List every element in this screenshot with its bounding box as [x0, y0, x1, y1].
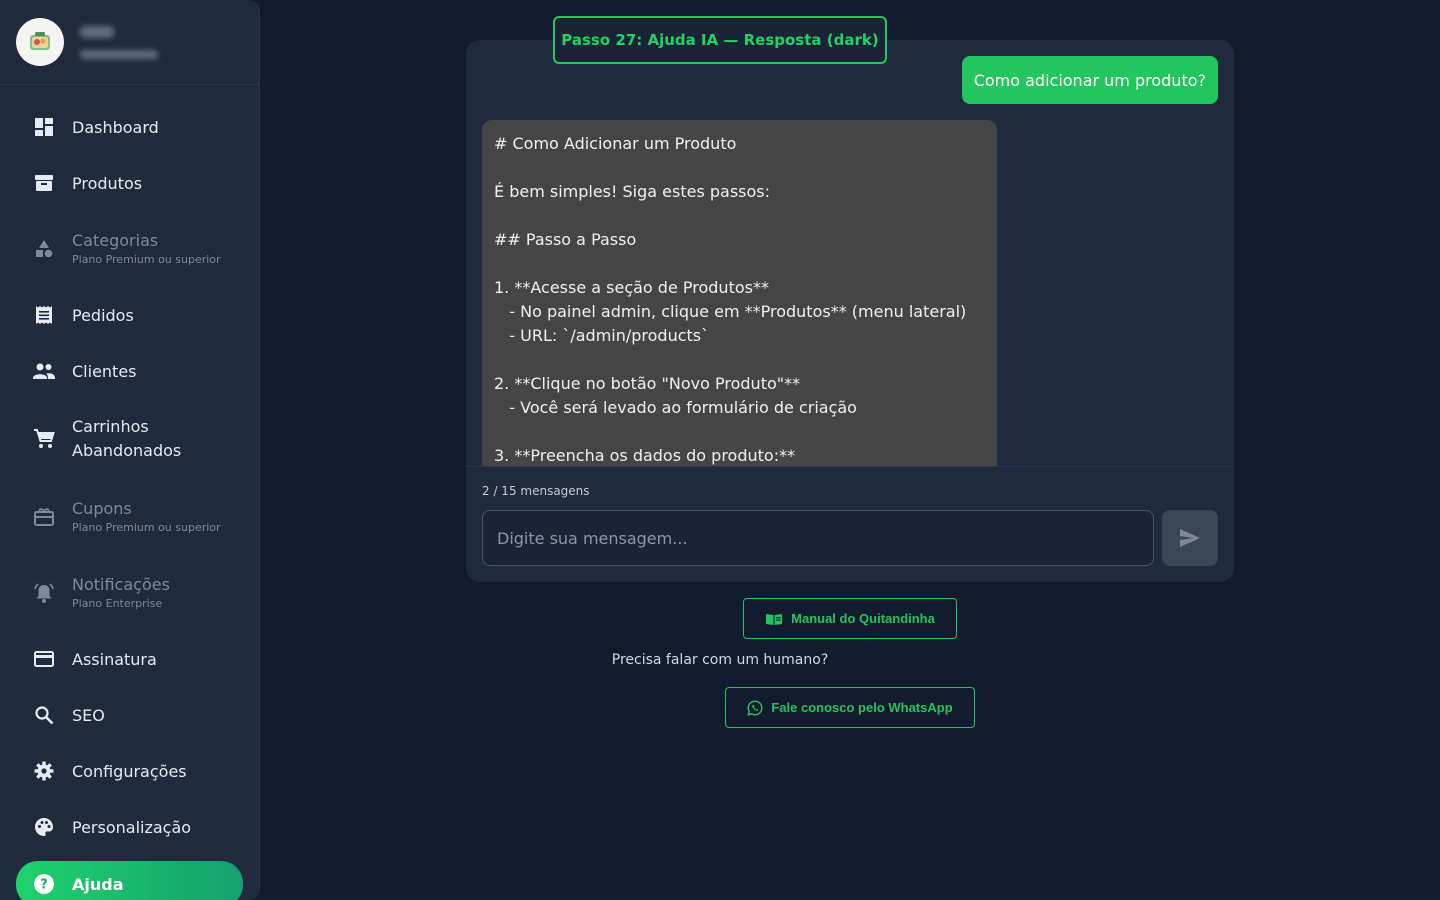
- send-button[interactable]: [1162, 510, 1218, 566]
- profile-role: [80, 49, 158, 59]
- sidebar-item-plan-note: Plano Enterprise: [72, 597, 163, 610]
- sidebar-item-label: Cupons: [72, 499, 132, 518]
- coupon-icon: [32, 505, 56, 529]
- profile-header[interactable]: [0, 0, 259, 85]
- ai-chat-panel: Como adicionar um produto? # Como Adicio…: [466, 40, 1234, 582]
- user-message-bubble: Como adicionar um produto?: [961, 56, 1218, 104]
- sidebar-item-label-line2: Abandonados: [72, 441, 182, 460]
- book-icon: [766, 613, 783, 625]
- sidebar-item-seo[interactable]: SEO: [16, 687, 243, 743]
- avatar[interactable]: [16, 18, 64, 66]
- sidebar-item-plan-note: Plano Premium ou superior: [72, 253, 221, 266]
- message-counter: 2 / 15 mensagens: [482, 484, 590, 498]
- sidebar-item-label: Personalização: [72, 817, 192, 837]
- messages-area[interactable]: Como adicionar um produto? # Como Adicio…: [466, 40, 1234, 466]
- sidebar-item-cupons[interactable]: Cupons Plano Premium ou superior: [16, 479, 243, 555]
- profile-name: [80, 25, 114, 38]
- archive-icon: [32, 171, 56, 195]
- receipt-icon: [32, 303, 56, 327]
- help-icon: ?: [32, 872, 56, 896]
- ai-response-bubble: # Como Adicionar um Produto É bem simple…: [482, 120, 997, 466]
- sidebar-item-label: Dashboard: [72, 117, 159, 137]
- sidebar-item-personalizacao[interactable]: Personalização: [16, 799, 243, 855]
- sidebar-item-label: Categorias: [72, 231, 159, 250]
- palette-icon: [32, 815, 56, 839]
- sidebar-item-label: Ajuda: [72, 874, 124, 894]
- step-badge: Passo 27: Ajuda IA — Resposta (dark): [553, 16, 887, 64]
- people-icon: [32, 359, 56, 383]
- whatsapp-button[interactable]: Fale conosco pelo WhatsApp: [725, 687, 975, 728]
- sidebar-item-ajuda[interactable]: ? Ajuda: [16, 861, 243, 900]
- manual-button-label: Manual do Quitandinha: [791, 611, 935, 626]
- sidebar-item-categorias[interactable]: Categorias Plano Premium ou superior: [16, 211, 243, 287]
- sidebar-item-carrinhos-abandonados[interactable]: Carrinhos Abandonados: [16, 399, 243, 479]
- sidebar-item-label-line1: Carrinhos: [72, 417, 149, 436]
- whatsapp-icon: [747, 699, 763, 716]
- sidebar-item-configuracoes[interactable]: Configurações: [16, 743, 243, 799]
- sidebar-nav: Dashboard Produtos Categorias Plano Prem…: [0, 85, 259, 900]
- sidebar-item-label: Produtos: [72, 173, 143, 193]
- sidebar: Dashboard Produtos Categorias Plano Prem…: [0, 0, 260, 900]
- bell-icon: [32, 581, 56, 605]
- human-help-text: Precisa falar com um humano?: [611, 652, 829, 668]
- cart-icon: [32, 427, 56, 451]
- svg-text:?: ?: [40, 878, 48, 893]
- message-input[interactable]: [482, 510, 1154, 566]
- sidebar-item-clientes[interactable]: Clientes: [16, 343, 243, 399]
- divider: [466, 466, 1234, 467]
- sidebar-item-plan-note: Plano Premium ou superior: [72, 521, 221, 534]
- send-icon: [1180, 529, 1200, 547]
- dashboard-icon: [32, 115, 56, 139]
- gear-icon: [32, 759, 56, 783]
- category-icon: [32, 237, 56, 261]
- sidebar-item-label: Pedidos: [72, 305, 134, 325]
- search-icon: [32, 703, 56, 727]
- sidebar-item-produtos[interactable]: Produtos: [16, 155, 243, 211]
- sidebar-item-pedidos[interactable]: Pedidos: [16, 287, 243, 343]
- whatsapp-button-label: Fale conosco pelo WhatsApp: [771, 700, 953, 715]
- sidebar-item-notificacoes[interactable]: Notificações Plano Enterprise: [16, 555, 243, 631]
- sidebar-item-label: Configurações: [72, 761, 187, 781]
- sidebar-item-label: Notificações: [72, 575, 170, 594]
- sidebar-item-label: Clientes: [72, 361, 137, 381]
- sidebar-item-label: SEO: [72, 705, 105, 725]
- manual-button[interactable]: Manual do Quitandinha: [743, 598, 957, 639]
- store-logo-icon: [30, 32, 50, 50]
- human-help-prompt: Precisa falar com um humano?: [0, 652, 1440, 668]
- sidebar-item-dashboard[interactable]: Dashboard: [16, 99, 243, 155]
